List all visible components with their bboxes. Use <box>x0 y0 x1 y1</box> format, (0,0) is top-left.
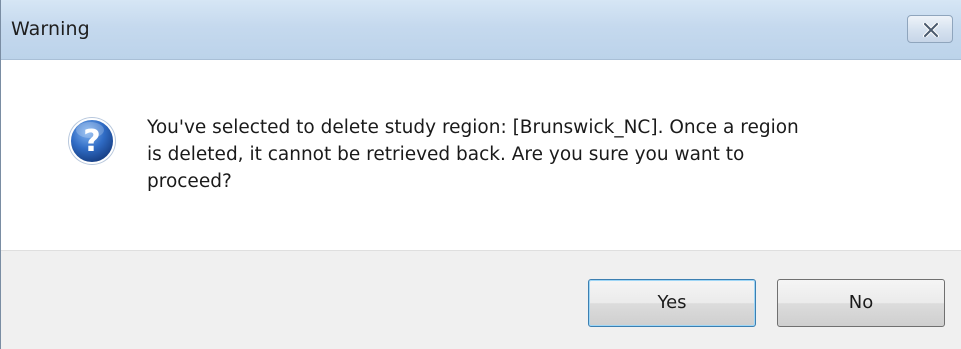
close-icon <box>923 23 939 37</box>
dialog-content: ? You've selected to delete study region… <box>1 60 961 250</box>
title-bar[interactable]: Warning <box>1 0 961 60</box>
message-line-1: You've selected to delete study region: … <box>147 117 799 138</box>
button-bar: Yes No <box>1 250 961 349</box>
svg-text:?: ? <box>83 124 100 159</box>
warning-dialog: Warning ? You've selected to delete stud… <box>0 0 961 349</box>
yes-button[interactable]: Yes <box>588 279 756 327</box>
dialog-title: Warning <box>11 18 90 40</box>
message-line-2: is deleted, it cannot be retrieved back.… <box>147 144 745 165</box>
close-button[interactable] <box>907 15 953 43</box>
question-icon: ? <box>68 117 116 165</box>
message-text: You've selected to delete study region: … <box>147 114 907 195</box>
message-line-3: proceed? <box>147 171 232 192</box>
no-button[interactable]: No <box>777 279 945 327</box>
